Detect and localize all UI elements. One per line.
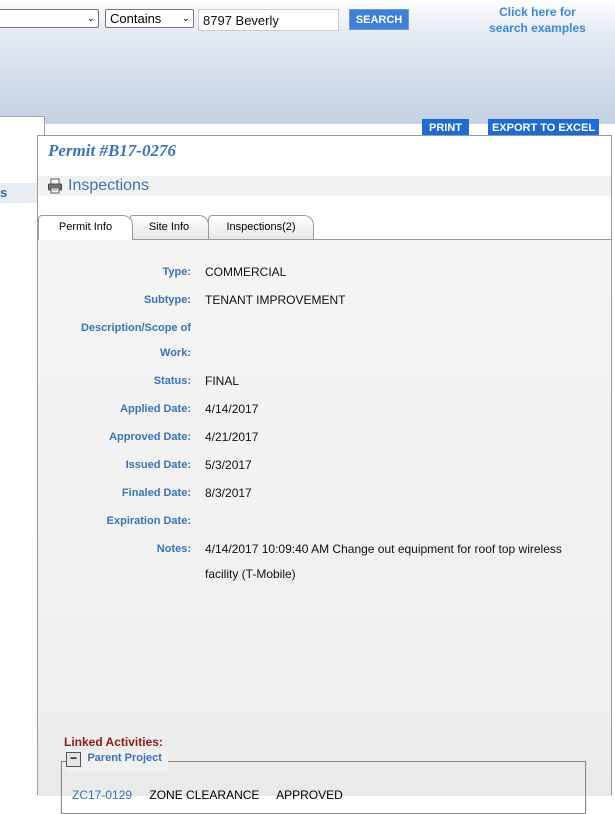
parent-project-legend: − Parent Project bbox=[66, 750, 168, 772]
collapse-icon[interactable]: − bbox=[66, 752, 81, 767]
tab-site-info[interactable]: Site Info bbox=[129, 215, 209, 239]
permit-panel: Permit #B17-0276 Inspections Permit Info… bbox=[37, 135, 612, 814]
approved-date-label: Approved Date: bbox=[109, 431, 191, 443]
search-examples-link[interactable]: Click here for search examples bbox=[480, 4, 595, 36]
expiration-date-label: Expiration Date: bbox=[106, 515, 191, 527]
search-button[interactable]: SEARCH bbox=[349, 9, 409, 30]
sidebar-item-partial[interactable]: s bbox=[0, 183, 37, 203]
applied-date-label: Applied Date: bbox=[120, 403, 191, 415]
approved-date-value: 4/21/2017 bbox=[205, 430, 259, 444]
applied-date-value: 4/14/2017 bbox=[205, 402, 259, 416]
subtype-label: Subtype: bbox=[143, 294, 191, 306]
parent-project-title: Parent Project bbox=[87, 752, 162, 764]
activity-type: ZONE CLEARANCE bbox=[149, 788, 260, 802]
finaled-date-label: Finaled Date: bbox=[121, 487, 191, 499]
page-title: Permit #B17-0276 bbox=[48, 141, 176, 160]
type-value: COMMERCIAL bbox=[205, 265, 287, 279]
issued-date-value: 5/3/2017 bbox=[205, 458, 252, 472]
chevron-down-icon: ⌄ bbox=[181, 13, 190, 24]
search-operator-select[interactable]: Contains ⌄ bbox=[105, 9, 194, 28]
permit-info-content: Type: COMMERCIAL Subtype: TENANT IMPROVE… bbox=[38, 239, 611, 814]
activity-status: APPROVED bbox=[276, 788, 343, 802]
sidebar-item-label: s bbox=[0, 185, 8, 200]
issued-date-label: Issued Date: bbox=[125, 459, 191, 471]
subtype-value: TENANT IMPROVEMENT bbox=[205, 293, 346, 307]
parent-project-group: − Parent Project ZC17-0129 ZONE CLEARANC… bbox=[61, 750, 586, 814]
status-value: FINAL bbox=[205, 374, 240, 388]
list-item: ZC17-0129 ZONE CLEARANCE APPROVED bbox=[72, 788, 357, 802]
description-label-line2: Work: bbox=[160, 347, 191, 359]
tab-permit-info[interactable]: Permit Info bbox=[38, 215, 133, 240]
type-label: Type: bbox=[162, 266, 191, 278]
notes-label: Notes: bbox=[156, 543, 191, 555]
inspections-link[interactable]: Inspections bbox=[38, 176, 611, 196]
linked-activities-heading: Linked Activities: bbox=[64, 735, 163, 749]
activity-id-link[interactable]: ZC17-0129 bbox=[72, 788, 132, 802]
chevron-down-icon: ⌄ bbox=[86, 13, 95, 24]
status-label: Status: bbox=[153, 375, 191, 387]
tab-inspections[interactable]: Inspections(2) bbox=[208, 215, 314, 239]
description-label-line1: Description/Scope of bbox=[80, 322, 191, 334]
search-input[interactable] bbox=[198, 9, 339, 31]
search-field-select[interactable]: ⌄ bbox=[0, 9, 99, 28]
inspections-label: Inspections bbox=[68, 177, 149, 194]
search-operator-value: Contains bbox=[110, 11, 162, 26]
finaled-date-value: 8/3/2017 bbox=[205, 486, 252, 500]
notes-value: 4/14/2017 10:09:40 AM Change out equipme… bbox=[205, 542, 562, 581]
header-bar: ⌄ Contains ⌄ SEARCH Click here for searc… bbox=[0, 0, 615, 124]
printer-icon bbox=[48, 178, 62, 194]
